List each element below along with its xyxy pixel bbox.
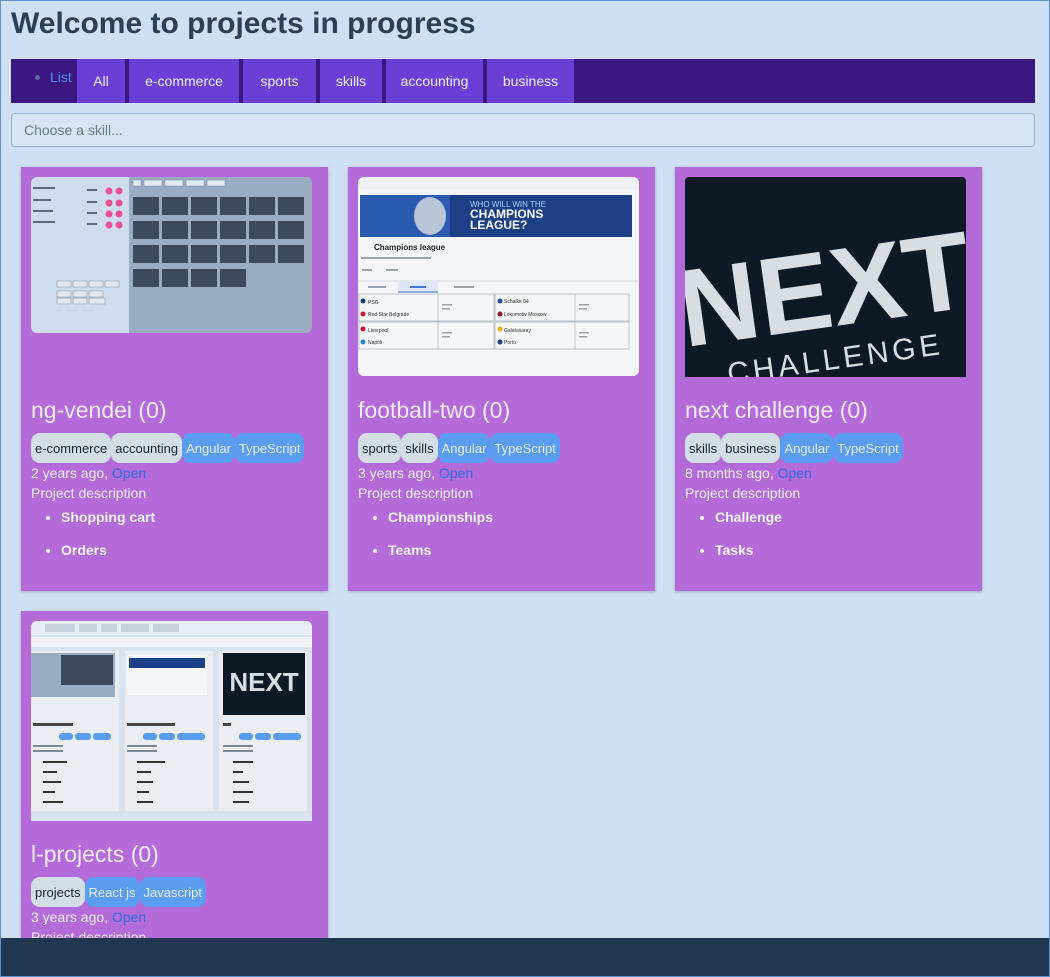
category-navbar: List All e-commerce sports skills accoun… — [11, 59, 1035, 103]
project-card: NEXT CHALLENGE next challenge (0) skills… — [675, 167, 982, 591]
project-thumbnail[interactable]: NEXT — [31, 621, 312, 821]
nav-list-link[interactable]: List — [11, 59, 77, 103]
feature-item: Tasks — [715, 542, 782, 575]
tab-sports[interactable]: sports — [243, 59, 316, 103]
category-tag[interactable]: skills — [685, 433, 722, 463]
open-link[interactable]: Open — [778, 465, 812, 481]
tech-tag[interactable]: TypeScript — [234, 433, 305, 463]
team-name: Lokomotiv Moscow — [504, 312, 547, 318]
svg-text:NEXT: NEXT — [229, 667, 298, 697]
category-tag[interactable]: sports — [358, 433, 402, 463]
tech-tag[interactable]: TypeScript — [490, 433, 560, 463]
project-title: football-two (0) — [358, 397, 511, 423]
tab-all[interactable]: All — [77, 59, 125, 103]
category-tag[interactable]: skills — [401, 433, 438, 463]
nav-list-label: List — [50, 69, 72, 85]
project-description: Project description — [31, 485, 147, 501]
tech-tag[interactable]: TypeScript — [833, 433, 903, 463]
project-card: NEXT l-projects (0) projects React js Ja… — [21, 611, 328, 951]
open-link[interactable]: Open — [112, 909, 146, 925]
feature-item: Championships — [388, 509, 493, 542]
project-meta: 2 years ago, Open — [31, 465, 146, 481]
ng-vendei-screenshot — [31, 177, 312, 333]
feature-list: Challenge Tasks — [715, 509, 782, 575]
football-two-screenshot: WHO WILL WIN THE CHAMPIONS LEAGUE? Champ… — [358, 177, 639, 376]
project-thumbnail[interactable]: WHO WILL WIN THE CHAMPIONS LEAGUE? Champ… — [358, 177, 639, 376]
team-name: Red Star Belgrade — [368, 312, 409, 318]
tab-skills[interactable]: skills — [320, 59, 382, 103]
project-card: ng-vendei (0) e-commerce accounting Angu… — [21, 167, 328, 591]
open-link[interactable]: Open — [112, 465, 146, 481]
team-name: PSG — [368, 300, 379, 306]
next-challenge-logo: NEXT CHALLENGE — [685, 177, 966, 377]
feature-item: Challenge — [715, 509, 782, 542]
team-name: Liverpool — [368, 328, 388, 334]
project-meta: 8 months ago, Open — [685, 465, 812, 481]
tech-tag[interactable]: Angular — [437, 433, 491, 463]
project-tags: sports skills Angular TypeScript — [358, 433, 560, 463]
category-tag[interactable]: accounting — [111, 433, 183, 463]
project-age: 3 years ago, — [31, 909, 109, 925]
project-thumbnail[interactable]: NEXT CHALLENGE — [685, 177, 966, 377]
tech-tag[interactable]: Javascript — [139, 877, 207, 907]
project-tags: skills business Angular TypeScript — [685, 433, 903, 463]
tech-tag[interactable]: Angular — [780, 433, 834, 463]
feature-item: Orders — [61, 542, 155, 575]
project-age: 8 months ago, — [685, 465, 774, 481]
project-thumbnail[interactable] — [31, 177, 312, 333]
category-tag[interactable]: e-commerce — [31, 433, 112, 463]
project-title: l-projects (0) — [31, 841, 159, 867]
tab-accounting[interactable]: accounting — [386, 59, 483, 103]
feature-list: Championships Teams — [388, 509, 493, 575]
banner-line-3: LEAGUE? — [470, 218, 527, 232]
team-name: Napoli — [368, 340, 382, 346]
l-projects-screenshot: NEXT — [31, 621, 312, 821]
thumb-heading: Champions league — [374, 243, 446, 252]
feature-item: Teams — [388, 542, 493, 575]
team-name: Schalke 04 — [504, 299, 529, 305]
feature-item: Shopping cart — [61, 509, 155, 542]
category-tag[interactable]: business — [721, 433, 781, 463]
tab-e-commerce[interactable]: e-commerce — [129, 59, 239, 103]
tab-business[interactable]: business — [487, 59, 574, 103]
tech-tag[interactable]: React js — [84, 877, 140, 907]
team-name: Porto — [504, 340, 516, 346]
footer-bar — [1, 938, 1049, 976]
team-name: Galatasaray — [504, 328, 531, 334]
project-card: WHO WILL WIN THE CHAMPIONS LEAGUE? Champ… — [348, 167, 655, 591]
project-title: ng-vendei (0) — [31, 397, 167, 423]
project-age: 3 years ago, — [358, 465, 436, 481]
open-link[interactable]: Open — [439, 465, 473, 481]
page-title: Welcome to projects in progress — [11, 7, 476, 40]
bullet-icon — [35, 75, 40, 80]
project-age: 2 years ago, — [31, 465, 109, 481]
category-tag[interactable]: projects — [31, 877, 85, 907]
project-tags: e-commerce accounting Angular TypeScript — [31, 433, 305, 463]
tech-tag[interactable]: Angular — [182, 433, 235, 463]
project-description: Project description — [685, 485, 801, 501]
project-description: Project description — [358, 485, 474, 501]
project-meta: 3 years ago, Open — [358, 465, 473, 481]
project-tags: projects React js Javascript — [31, 877, 207, 907]
feature-list: Shopping cart Orders — [61, 509, 155, 575]
project-title: next challenge (0) — [685, 397, 868, 423]
skill-search-input[interactable] — [11, 113, 1035, 147]
project-meta: 3 years ago, Open — [31, 909, 146, 925]
